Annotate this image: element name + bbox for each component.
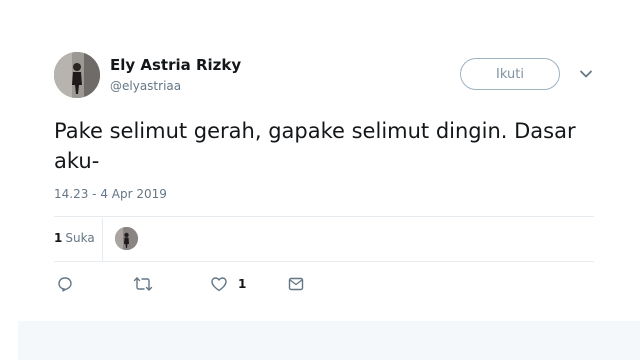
like-button[interactable]: 1 [210,272,246,296]
retweet-button[interactable] [133,272,153,296]
tweet-text: Pake selimut gerah, gapake selimut dingi… [54,119,576,173]
avatar-photo [54,52,100,98]
reply-icon [56,275,74,293]
follow-button[interactable]: Ikuti [460,58,560,90]
tweet-timestamp[interactable]: 14.23 - 4 Apr 2019 [54,187,167,201]
envelope-icon [287,275,305,293]
direct-message-button[interactable] [287,272,305,296]
likes-stat[interactable]: 1 Suka [54,231,95,245]
more-options-chevron-icon[interactable] [578,66,594,82]
retweet-icon [133,275,153,293]
like-count: 1 [238,277,247,291]
liker-avatar-photo [115,227,138,250]
user-display-name[interactable]: Ely Astria Rizky [110,56,241,74]
user-avatar[interactable] [54,52,100,98]
user-handle[interactable]: @elyastriaa [110,79,181,93]
likes-label: Suka [65,231,95,245]
divider [54,261,594,262]
divider [54,216,594,217]
liker-avatar[interactable] [115,227,138,250]
heart-icon [210,275,228,293]
tweet-card: Ely Astria Rizky @elyastriaa Ikuti Pake … [0,0,640,320]
page-footer-background [18,321,640,360]
likes-count: 1 [54,231,63,245]
reply-button[interactable] [56,272,74,296]
stats-separator [102,218,103,261]
tweet-stats: 1 Suka [54,218,594,261]
tweet-actions: 1 [54,272,354,296]
